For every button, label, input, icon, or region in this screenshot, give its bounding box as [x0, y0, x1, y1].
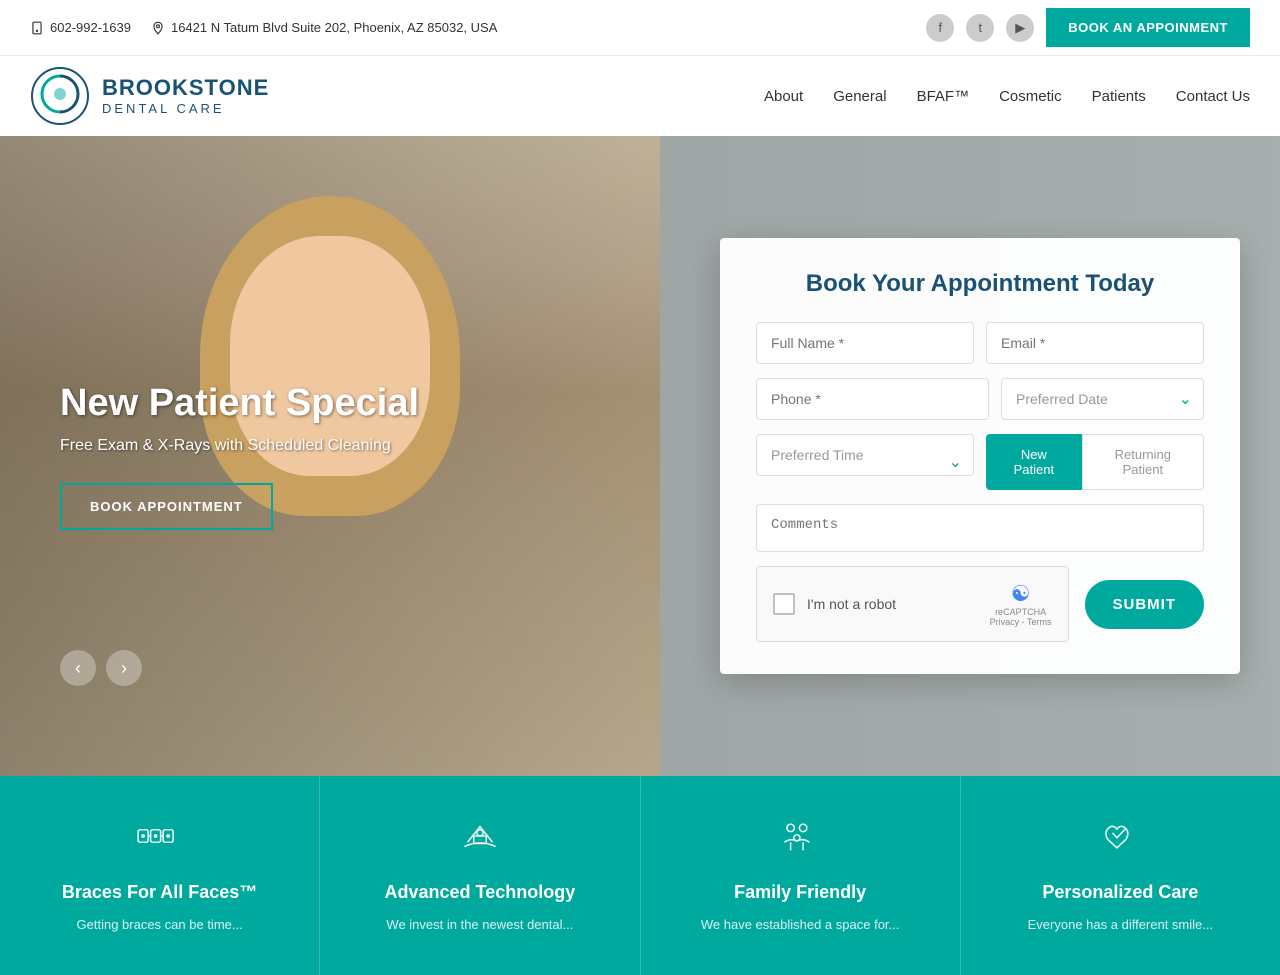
address-info: 16421 N Tatum Blvd Suite 202, Phoenix, A… — [151, 20, 497, 35]
care-icon — [991, 816, 1250, 866]
email-input[interactable] — [986, 322, 1204, 364]
hero-title: New Patient Special — [60, 382, 419, 425]
preferred-time-select[interactable]: Preferred Time — [756, 434, 974, 476]
recaptcha-links: Privacy - Terms — [990, 617, 1052, 627]
returning-patient-button[interactable]: Returning Patient — [1082, 434, 1204, 490]
brand-subtitle: DENTAL CARE — [102, 101, 269, 117]
full-name-input[interactable] — [756, 322, 974, 364]
carousel-prev-button[interactable]: ‹ — [60, 650, 96, 686]
comments-textarea[interactable] — [756, 504, 1204, 552]
header: BROOKSTONE DENTAL CARE About General BFA… — [0, 56, 1280, 136]
form-row-4 — [756, 504, 1204, 552]
location-icon — [151, 21, 165, 35]
booking-form: Book Your Appointment Today Preferred Da… — [720, 238, 1240, 674]
preferred-time-wrapper: Preferred Time ⌄ — [756, 434, 974, 490]
twitter-icon[interactable]: t — [966, 14, 994, 42]
feature-care-desc: Everyone has a different smile... — [991, 915, 1250, 935]
phone-number: 602-992-1639 — [50, 20, 131, 35]
feature-family: Family Friendly We have established a sp… — [641, 776, 961, 975]
brand-name: BROOKSTONE — [102, 75, 269, 101]
top-bar: 602-992-1639 16421 N Tatum Blvd Suite 20… — [0, 0, 1280, 56]
features-section: Braces For All Faces™ Getting braces can… — [0, 776, 1280, 975]
nav-bfaf[interactable]: BFAF™ — [917, 88, 970, 105]
feature-care: Personalized Care Everyone has a differe… — [961, 776, 1280, 975]
feature-braces: Braces For All Faces™ Getting braces can… — [0, 776, 320, 975]
recaptcha-icon: ☯ — [1011, 581, 1031, 607]
feature-family-desc: We have established a space for... — [671, 915, 930, 935]
recaptcha-logo: ☯ reCAPTCHA Privacy - Terms — [990, 581, 1052, 627]
hero-section: New Patient Special Free Exam & X-Rays w… — [0, 136, 1280, 776]
recaptcha-label: I'm not a robot — [807, 596, 978, 612]
feature-technology-desc: We invest in the newest dental... — [350, 915, 609, 935]
patient-type-toggle: New Patient Returning Patient — [986, 434, 1204, 490]
book-appointment-button[interactable]: BOOK APPOINTMENT — [60, 483, 273, 530]
feature-care-title: Personalized Care — [991, 882, 1250, 903]
phone-icon — [30, 21, 44, 35]
nav-contact[interactable]: Contact Us — [1176, 88, 1250, 105]
form-row-1 — [756, 322, 1204, 364]
logo-icon — [30, 66, 90, 126]
book-appoinment-button[interactable]: BOOK AN APPOINMENT — [1046, 8, 1250, 47]
new-patient-button[interactable]: New Patient — [986, 434, 1082, 490]
recaptcha-box: I'm not a robot ☯ reCAPTCHA Privacy - Te… — [756, 566, 1069, 642]
feature-technology: Advanced Technology We invest in the new… — [320, 776, 640, 975]
submit-button[interactable]: SUBMIT — [1085, 580, 1205, 629]
hero-subtitle: Free Exam & X-Rays with Scheduled Cleani… — [60, 437, 419, 455]
technology-icon — [350, 816, 609, 866]
family-icon — [671, 816, 930, 866]
nav-general[interactable]: General — [833, 88, 886, 105]
preferred-date-select[interactable]: Preferred Date — [1001, 378, 1204, 420]
facebook-icon[interactable]: f — [926, 14, 954, 42]
form-row-2: Preferred Date ⌄ — [756, 378, 1204, 420]
nav-about[interactable]: About — [764, 88, 803, 105]
form-title: Book Your Appointment Today — [756, 270, 1204, 298]
carousel-next-button[interactable]: › — [106, 650, 142, 686]
nav-patients[interactable]: Patients — [1092, 88, 1146, 105]
recaptcha-brand: reCAPTCHA — [995, 607, 1046, 617]
address-text: 16421 N Tatum Blvd Suite 202, Phoenix, A… — [171, 20, 497, 35]
logo: BROOKSTONE DENTAL CARE — [30, 66, 269, 126]
form-row-3: Preferred Time ⌄ New Patient Returning P… — [756, 434, 1204, 490]
main-nav: About General BFAF™ Cosmetic Patients Co… — [764, 88, 1250, 105]
preferred-date-wrapper: Preferred Date ⌄ — [1001, 378, 1204, 420]
feature-family-title: Family Friendly — [671, 882, 930, 903]
hero-content: New Patient Special Free Exam & X-Rays w… — [60, 382, 419, 530]
top-bar-right: f t ▶ BOOK AN APPOINMENT — [926, 8, 1250, 47]
feature-braces-title: Braces For All Faces™ — [30, 882, 289, 903]
phone-info: 602-992-1639 — [30, 20, 131, 35]
carousel-controls: ‹ › — [60, 650, 142, 686]
phone-input[interactable] — [756, 378, 989, 420]
top-bar-contact: 602-992-1639 16421 N Tatum Blvd Suite 20… — [30, 20, 497, 35]
logo-text: BROOKSTONE DENTAL CARE — [102, 75, 269, 117]
nav-cosmetic[interactable]: Cosmetic — [999, 88, 1062, 105]
form-bottom: I'm not a robot ☯ reCAPTCHA Privacy - Te… — [756, 566, 1204, 642]
recaptcha-checkbox[interactable] — [773, 593, 795, 615]
youtube-icon[interactable]: ▶ — [1006, 14, 1034, 42]
feature-braces-desc: Getting braces can be time... — [30, 915, 289, 935]
feature-technology-title: Advanced Technology — [350, 882, 609, 903]
braces-icon — [30, 816, 289, 866]
